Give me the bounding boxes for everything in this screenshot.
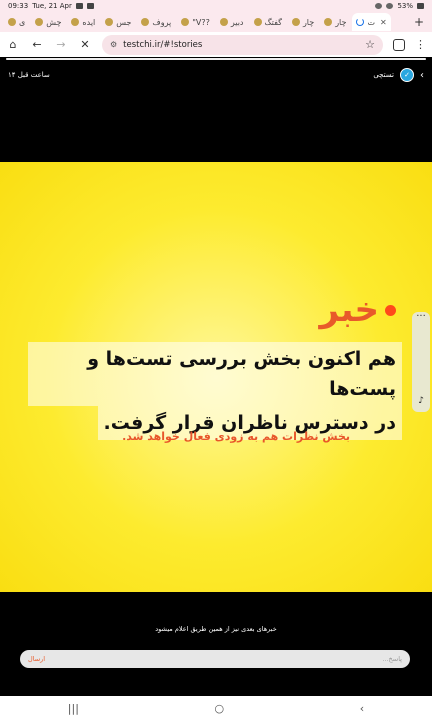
- story-time: ۱۴ ساعت قبل: [8, 71, 50, 79]
- reply-bar[interactable]: ارسال پاسخ...: [20, 650, 410, 668]
- story-main-text: هم اکنون بخش بررسی تست‌ها و پست‌ها در دس…: [28, 342, 402, 440]
- forward-icon[interactable]: →: [54, 38, 68, 51]
- url-text[interactable]: testchi.ir/#!stories: [123, 40, 202, 50]
- tab-favicon-icon: [35, 18, 44, 26]
- tab-favicon-icon: [219, 18, 228, 26]
- loading-spinner-icon: [356, 18, 365, 26]
- story-progress-fill: [6, 58, 426, 60]
- avatar: ✓: [400, 68, 414, 82]
- bookmark-star-icon[interactable]: ☆: [365, 38, 375, 51]
- browser-tab[interactable]: ایده: [67, 14, 99, 30]
- browser-tab[interactable]: پروف: [137, 14, 175, 30]
- tab-switcher-icon[interactable]: [393, 38, 405, 51]
- story-image: خبر هم اکنون بخش بررسی تست‌ها و پست‌ها د…: [0, 162, 432, 592]
- app-notification-icon: [86, 3, 94, 9]
- story-line-1: هم اکنون بخش بررسی تست‌ها و پست‌ها: [28, 342, 402, 406]
- author-name: تستچی: [373, 71, 394, 79]
- tab-favicon-icon: [181, 18, 190, 26]
- story-header: ۱۴ ساعت قبل تستچی ✓ ‹: [0, 62, 432, 88]
- new-tab-button[interactable]: +: [410, 15, 428, 29]
- mute-icon: [375, 3, 383, 9]
- menu-icon[interactable]: ⋮: [415, 38, 426, 51]
- story-author[interactable]: تستچی ✓ ‹: [373, 68, 424, 82]
- tab-favicon-icon: [291, 18, 300, 26]
- status-bar: 09:33 Tue, 21 Apr 53%: [0, 0, 432, 12]
- battery-level: 53%: [397, 2, 413, 10]
- status-time: 09:33: [8, 2, 29, 10]
- system-nav-bar: ||| ○ ‹: [0, 696, 432, 720]
- story-subtext: بخش نظرات هم به زودی فعال خواهد شد.: [122, 430, 350, 443]
- tab-favicon-icon: [8, 18, 16, 26]
- more-options-icon[interactable]: ···: [412, 312, 430, 322]
- status-date: Tue, 21 Apr: [32, 2, 72, 10]
- headline-dot-icon: [385, 304, 396, 316]
- status-right: 53%: [375, 2, 424, 10]
- wifi-icon: [386, 3, 394, 9]
- tab-strip: ی چش ایده جس پروف "V?? دبیر گفتگ چار چار…: [0, 12, 432, 32]
- browser-tab[interactable]: گفتگ: [250, 14, 286, 30]
- status-left: 09:33 Tue, 21 Apr: [8, 2, 94, 10]
- site-settings-icon[interactable]: ⚙: [110, 40, 117, 49]
- back-icon[interactable]: ←: [30, 38, 44, 51]
- browser-tab[interactable]: دبیر: [216, 14, 248, 30]
- story-caption: خبرهای بعدی نیز از همین طریق اعلام میشود: [155, 625, 277, 633]
- home-icon[interactable]: ⌂: [6, 38, 20, 51]
- address-bar: ⌂ ← → ✕ ⚙ testchi.ir/#!stories ☆ ⋮: [0, 32, 432, 57]
- tab-favicon-icon: [253, 18, 262, 26]
- browser-tab[interactable]: جس: [101, 14, 135, 30]
- music-note-icon[interactable]: ♪: [418, 396, 424, 406]
- story-headline: خبر: [319, 290, 396, 330]
- tab-favicon-icon: [71, 18, 80, 26]
- tab-favicon-icon: [324, 18, 333, 26]
- recents-icon[interactable]: |||: [68, 702, 79, 715]
- browser-tab[interactable]: چش: [31, 14, 65, 30]
- system-back-icon[interactable]: ‹: [360, 702, 364, 715]
- omnibox[interactable]: ⚙ testchi.ir/#!stories ☆: [102, 34, 383, 55]
- browser-tab[interactable]: چار: [320, 14, 350, 30]
- chevron-left-icon[interactable]: ‹: [420, 70, 424, 81]
- browser-tab[interactable]: "V??: [177, 14, 214, 30]
- story-progress-bar: [6, 58, 426, 60]
- battery-icon: [417, 3, 424, 9]
- browser-tab[interactable]: چار: [288, 14, 318, 30]
- home-circle-icon[interactable]: ○: [215, 702, 225, 715]
- gallery-notification-icon: [75, 3, 83, 9]
- close-tab-icon[interactable]: ✕: [380, 18, 387, 27]
- reply-input[interactable]: پاسخ...: [382, 655, 402, 663]
- browser-tab[interactable]: ی: [4, 14, 29, 30]
- browser-tab-active[interactable]: ت ✕: [352, 13, 391, 31]
- tab-favicon-icon: [105, 18, 114, 26]
- tab-favicon-icon: [141, 18, 150, 26]
- send-button[interactable]: ارسال: [28, 655, 45, 663]
- stop-loading-icon[interactable]: ✕: [78, 38, 92, 51]
